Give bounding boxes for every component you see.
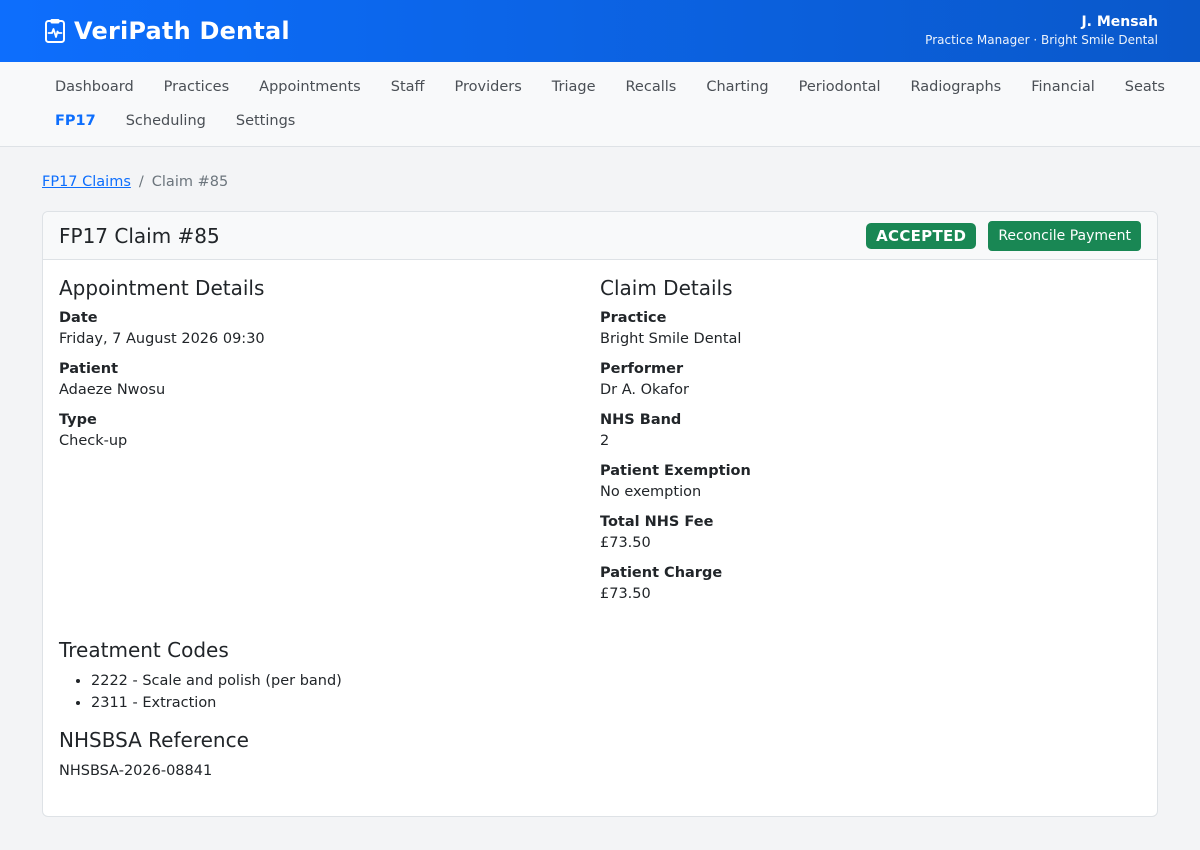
claim-card-body: Appointment Details Date Friday, 7 Augus… <box>43 260 1157 782</box>
nav-link-financial[interactable]: Financial <box>1016 79 1110 95</box>
field-label: Patient Charge <box>600 565 723 581</box>
user-name: J. Mensah <box>1081 14 1158 30</box>
claim-card-header: FP17 Claim #85 ACCEPTED Reconcile Paymen… <box>43 212 1157 260</box>
status-badge: ACCEPTED <box>866 222 977 249</box>
main-nav: Dashboard Practices Appointments Staff P… <box>0 62 1200 147</box>
field-label: Date <box>59 310 98 326</box>
field-label: NHS Band <box>600 412 682 428</box>
nav-link-scheduling[interactable]: Scheduling <box>111 113 221 129</box>
nav-link-triage[interactable]: Triage <box>537 79 611 95</box>
field-nhs-band: NHS Band 2 <box>600 410 1141 452</box>
nhsbsa-reference-value: NHSBSA-2026-08841 <box>59 763 213 779</box>
nhsbsa-reference-heading: NHSBSA Reference <box>59 728 249 752</box>
claim-card: FP17 Claim #85 ACCEPTED Reconcile Paymen… <box>42 211 1158 817</box>
top-navbar: VeriPath Dental J. Mensah Practice Manag… <box>0 0 1200 62</box>
field-value: £73.50 <box>600 535 651 551</box>
nav-link-staff[interactable]: Staff <box>376 79 440 95</box>
breadcrumb-separator: / <box>138 174 144 190</box>
clipboard-pulse-icon <box>44 18 66 44</box>
field-performer: Performer Dr A. Okafor <box>600 359 1141 401</box>
field-label: Performer <box>600 361 684 377</box>
field-total-nhs-fee: Total NHS Fee £73.50 <box>600 512 1141 554</box>
brand[interactable]: VeriPath Dental <box>44 17 290 45</box>
field-value: Bright Smile Dental <box>600 331 742 347</box>
field-value: Dr A. Okafor <box>600 382 689 398</box>
field-label: Patient Exemption <box>600 463 751 479</box>
field-label: Type <box>59 412 97 428</box>
field-date: Date Friday, 7 August 2026 09:30 <box>59 308 600 350</box>
field-label: Practice <box>600 310 667 326</box>
field-patient-charge: Patient Charge £73.50 <box>600 563 1141 605</box>
nav-link-radiographs[interactable]: Radiographs <box>895 79 1016 95</box>
field-type: Type Check-up <box>59 410 600 452</box>
breadcrumb: FP17 Claims / Claim #85 <box>42 171 1158 193</box>
field-value: 2 <box>600 433 610 449</box>
claim-details-heading: Claim Details <box>600 276 733 300</box>
reconcile-payment-button[interactable]: Reconcile Payment <box>988 220 1141 251</box>
nav-row-2: FP17 Scheduling Settings <box>40 104 1158 138</box>
field-practice: Practice Bright Smile Dental <box>600 308 1141 350</box>
main-content: FP17 Claims / Claim #85 FP17 Claim #85 A… <box>0 147 1200 817</box>
nav-link-fp17[interactable]: FP17 <box>40 113 111 129</box>
user-info[interactable]: J. Mensah Practice Manager · Bright Smil… <box>925 13 1158 49</box>
nav-link-charting[interactable]: Charting <box>691 79 783 95</box>
nav-link-recalls[interactable]: Recalls <box>611 79 692 95</box>
list-item: 2222 - Scale and polish (per band) <box>91 670 1141 692</box>
treatment-codes-heading: Treatment Codes <box>59 638 229 662</box>
claim-details: Claim Details Practice Bright Smile Dent… <box>600 276 1141 614</box>
field-value: Friday, 7 August 2026 09:30 <box>59 331 265 347</box>
nav-link-practices[interactable]: Practices <box>149 79 244 95</box>
treatment-codes-list: 2222 - Scale and polish (per band) 2311 … <box>59 670 1141 714</box>
field-patient: Patient Adaeze Nwosu <box>59 359 600 401</box>
nav-row-1: Dashboard Practices Appointments Staff P… <box>40 70 1165 104</box>
user-role: Practice Manager · Bright Smile Dental <box>925 33 1158 47</box>
page-title: FP17 Claim #85 <box>59 223 220 248</box>
field-value: £73.50 <box>600 586 651 602</box>
field-patient-exemption: Patient Exemption No exemption <box>600 461 1141 503</box>
nav-link-settings[interactable]: Settings <box>221 113 310 129</box>
breadcrumb-fp17-claims-link[interactable]: FP17 Claims <box>42 174 131 190</box>
nav-link-providers[interactable]: Providers <box>440 79 537 95</box>
appointment-details-heading: Appointment Details <box>59 276 265 300</box>
details-columns: Appointment Details Date Friday, 7 Augus… <box>59 276 1141 614</box>
list-item: 2311 - Extraction <box>91 692 1141 714</box>
nav-link-periodontal[interactable]: Periodontal <box>784 79 896 95</box>
appointment-details: Appointment Details Date Friday, 7 Augus… <box>59 276 600 614</box>
nav-link-seats[interactable]: Seats <box>1110 79 1180 95</box>
breadcrumb-current: Claim #85 <box>151 174 229 190</box>
field-label: Total NHS Fee <box>600 514 714 530</box>
nav-link-dashboard[interactable]: Dashboard <box>40 79 149 95</box>
field-label: Patient <box>59 361 119 377</box>
field-value: Adaeze Nwosu <box>59 382 166 398</box>
nav-link-appointments[interactable]: Appointments <box>244 79 376 95</box>
brand-name: VeriPath Dental <box>74 17 290 45</box>
field-value: Check-up <box>59 433 128 449</box>
field-value: No exemption <box>600 484 702 500</box>
header-actions: ACCEPTED Reconcile Payment <box>866 220 1141 251</box>
